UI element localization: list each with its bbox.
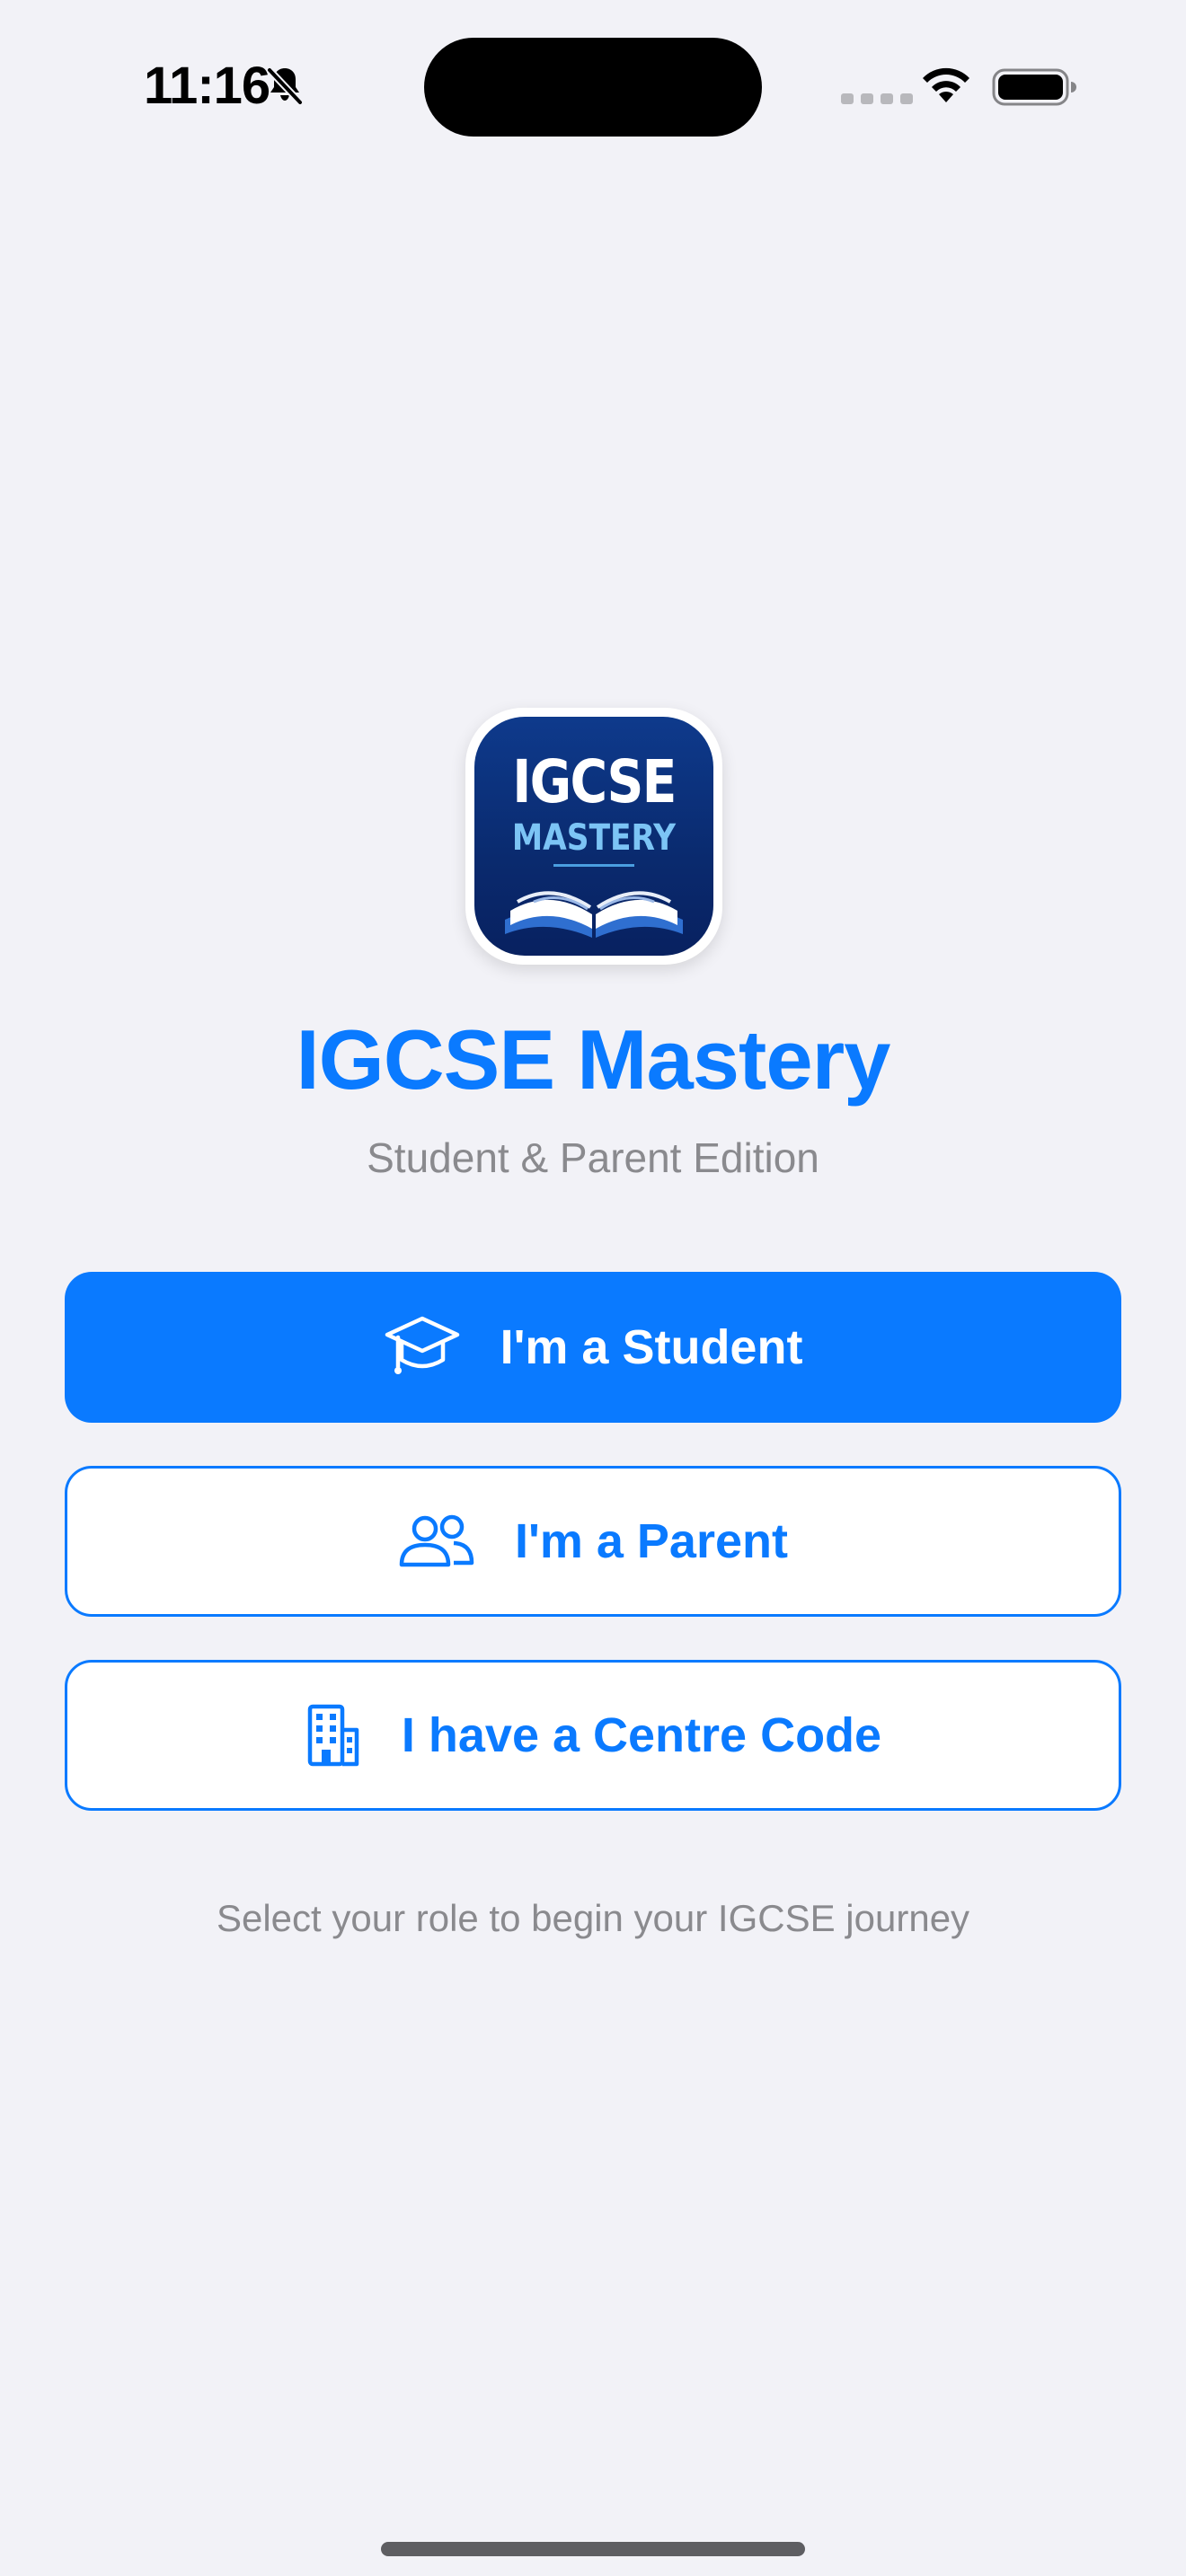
centre-code-button[interactable]: I have a Centre Code [65, 1660, 1121, 1811]
cellular-signal-icon [841, 93, 913, 104]
student-button[interactable]: I'm a Student [65, 1272, 1121, 1423]
bell-slash-icon [267, 67, 303, 105]
graduation-cap-icon [384, 1313, 461, 1381]
parent-button-label: I'm a Parent [515, 1514, 788, 1568]
role-selection-screen: 11:16 IGCSE MASTERY IGCSE Mastery Studen… [0, 0, 1186, 2576]
centre-code-button-label: I have a Centre Code [401, 1708, 882, 1762]
role-hint-text: Select your role to begin your IGCSE jou… [216, 1897, 970, 1939]
open-book-icon [505, 891, 683, 938]
home-indicator[interactable] [381, 2542, 805, 2556]
student-button-label: I'm a Student [500, 1320, 803, 1374]
logo-text-igcse: IGCSE [512, 747, 677, 816]
app-subtitle: Student & Parent Edition [367, 1134, 819, 1181]
logo-text-mastery: MASTERY [511, 817, 677, 859]
people-icon [398, 1513, 475, 1570]
dynamic-island [424, 38, 762, 137]
app-title: IGCSE Mastery [296, 1012, 891, 1107]
status-time: 11:16 [144, 57, 270, 115]
battery-icon [992, 68, 1076, 106]
logo-divider [553, 864, 634, 867]
building-icon [305, 1703, 362, 1768]
app-logo: IGCSE MASTERY [465, 708, 722, 965]
parent-button[interactable]: I'm a Parent [65, 1466, 1121, 1617]
wifi-icon [923, 67, 969, 102]
